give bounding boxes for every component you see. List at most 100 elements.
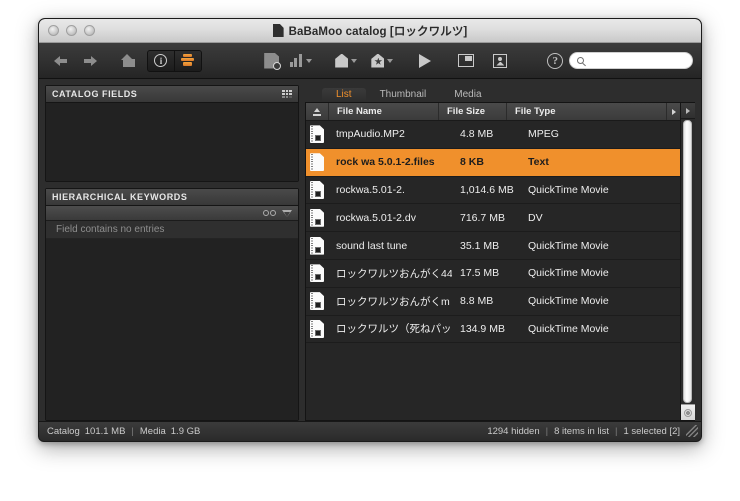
chevron-down-icon — [351, 58, 358, 63]
window-title: BaBaMoo catalog [ロックワルツ] — [288, 25, 468, 38]
file-list-container: File Name File Size File Type tmpAudio.M… — [305, 102, 695, 421]
zoom-icon[interactable] — [84, 25, 95, 36]
table-row[interactable]: ロックワルツおんがくm 8.8 MB QuickTime Movie — [306, 288, 680, 316]
window-icon — [458, 54, 475, 67]
table-row[interactable]: tmpAudio.MP2 4.8 MB MPEG — [306, 121, 680, 149]
tab-thumbnail[interactable]: Thumbnail — [366, 88, 441, 102]
status-catalog-size: 101.1 MB — [84, 425, 126, 437]
row-icon-cell — [306, 153, 328, 172]
status-selected-count: 1 selected [2] — [623, 425, 680, 437]
hierarchical-keywords-panel: HIERARCHICAL KEYWORDS Field contains no … — [45, 188, 299, 421]
view-segmented-control[interactable]: i — [147, 49, 202, 72]
vertical-scrollbar[interactable] — [680, 103, 695, 420]
view-tabs: List Thumbnail Media — [305, 85, 695, 102]
column-header-sort[interactable] — [306, 103, 328, 120]
column-header-file-name[interactable]: File Name — [328, 103, 438, 120]
back-button[interactable] — [47, 49, 75, 73]
cell-file-type: QuickTime Movie — [528, 267, 609, 280]
table-row[interactable]: rock wa 5.0.1-2.files 8 KB Text — [306, 148, 680, 177]
window-view-button[interactable] — [452, 49, 480, 73]
tab-media[interactable]: Media — [440, 88, 495, 102]
forward-button[interactable] — [75, 49, 103, 73]
left-sidebar: CATALOG FIELDS HIERARCHICAL KEYWORDS Fie… — [45, 85, 299, 421]
pentagon-icon — [335, 53, 349, 68]
scrollbar-thumb[interactable] — [683, 120, 692, 403]
cell-file-size: 4.8 MB — [460, 128, 494, 141]
window-controls — [48, 25, 95, 36]
category-button[interactable] — [331, 49, 361, 73]
row-icon-cell — [306, 180, 328, 199]
cell-file-size: 1,014.6 MB — [460, 183, 514, 196]
cell-file-name: tmpAudio.MP2 — [336, 128, 405, 141]
play-button[interactable] — [411, 49, 439, 73]
search-input[interactable] — [588, 54, 686, 67]
window-title-group: BaBaMoo catalog [ロックワルツ] — [39, 23, 701, 39]
hierarchical-keywords-body[interactable]: Field contains no entries — [46, 221, 298, 420]
cell-file-size: 8.8 MB — [460, 295, 494, 308]
status-items-in-list: 8 items in list — [554, 425, 610, 437]
filter-funnel-icon[interactable] — [282, 209, 292, 217]
cell-file-name: rockwa.5.01-2. — [336, 183, 405, 196]
catalog-fields-panel: CATALOG FIELDS — [45, 85, 299, 182]
row-icon-cell — [306, 264, 328, 283]
cell-file-type: MPEG — [528, 128, 559, 141]
column-header-file-size[interactable]: File Size — [438, 103, 506, 120]
minimize-icon[interactable] — [66, 25, 77, 36]
status-separator: | — [615, 425, 618, 437]
find-button[interactable] — [258, 49, 286, 73]
column-header-more[interactable] — [666, 103, 680, 120]
file-list-column: File Name File Size File Type tmpAudio.M… — [306, 103, 680, 420]
catalog-fields-title: CATALOG FIELDS — [52, 89, 138, 99]
cell-file-name: rockwa.5.01-2.dv — [336, 211, 416, 224]
media-file-icon — [310, 208, 324, 227]
media-file-icon — [310, 319, 324, 338]
table-row[interactable]: rockwa.5.01-2.dv 716.7 MB DV — [306, 204, 680, 233]
tab-list[interactable]: List — [322, 88, 366, 102]
home-icon — [120, 53, 135, 68]
help-button[interactable]: ? — [541, 49, 569, 73]
home-button[interactable] — [113, 49, 141, 73]
status-media-label: Media — [139, 425, 166, 437]
status-separator: | — [131, 425, 134, 437]
cell-file-name: ロックワルツおんがくm — [336, 295, 450, 308]
glasses-icon[interactable] — [263, 209, 276, 217]
cell-file-name: sound last tune — [336, 239, 408, 252]
table-row[interactable]: ロックワルツおんがく44k 17.5 MB QuickTime Movie — [306, 260, 680, 288]
application-window: BaBaMoo catalog [ロックワルツ] i ? CATALOG FIE… — [38, 18, 702, 442]
info-icon: i — [154, 54, 168, 67]
media-file-icon — [310, 180, 324, 199]
screen: BaBaMoo catalog [ロックワルツ] i ? CATALOG FIE… — [0, 0, 740, 501]
status-separator: | — [545, 425, 549, 437]
table-row[interactable]: sound last tune 35.1 MB QuickTime Movie — [306, 232, 680, 260]
catalog-fields-header[interactable]: CATALOG FIELDS — [46, 86, 298, 103]
table-row[interactable]: rockwa.5.01-2. 1,014.6 MB QuickTime Movi… — [306, 177, 680, 205]
hierarchical-keywords-header[interactable]: HIERARCHICAL KEYWORDS — [46, 189, 298, 206]
file-rows: tmpAudio.MP2 4.8 MB MPEG rock wa 5.0.1-2… — [306, 121, 680, 420]
grid-options-icon[interactable] — [282, 89, 292, 99]
catalog-segment[interactable] — [173, 50, 201, 71]
column-header-file-type[interactable]: File Type — [506, 103, 666, 120]
cell-file-type: QuickTime Movie — [528, 183, 609, 196]
favorite-category-button[interactable] — [367, 49, 397, 73]
scroll-down-button[interactable] — [680, 404, 695, 420]
portrait-view-button[interactable] — [486, 49, 514, 73]
scrollbar-track[interactable] — [680, 119, 695, 404]
close-icon[interactable] — [48, 25, 59, 36]
catalog-fields-body[interactable] — [46, 103, 298, 181]
table-row[interactable]: ロックワルツ（死ねパック） 134.9 MB QuickTime Movie — [306, 316, 680, 344]
window-titlebar[interactable]: BaBaMoo catalog [ロックワルツ] — [39, 19, 701, 43]
main-toolbar: i ? — [39, 43, 701, 79]
cell-file-size: 716.7 MB — [460, 211, 505, 224]
keywords-empty-row: Field contains no entries — [46, 221, 298, 239]
resize-grip-icon[interactable] — [686, 425, 698, 437]
cell-file-type: QuickTime Movie — [528, 322, 609, 335]
info-segment[interactable]: i — [148, 50, 174, 71]
media-file-icon — [310, 292, 324, 311]
chart-button[interactable] — [286, 49, 316, 73]
search-icon — [577, 57, 585, 64]
search-field[interactable] — [569, 52, 694, 69]
text-file-icon — [310, 153, 324, 172]
cell-file-type: Text — [528, 156, 549, 169]
cell-file-size: 35.1 MB — [460, 239, 500, 252]
scroll-up-button[interactable] — [680, 103, 695, 119]
